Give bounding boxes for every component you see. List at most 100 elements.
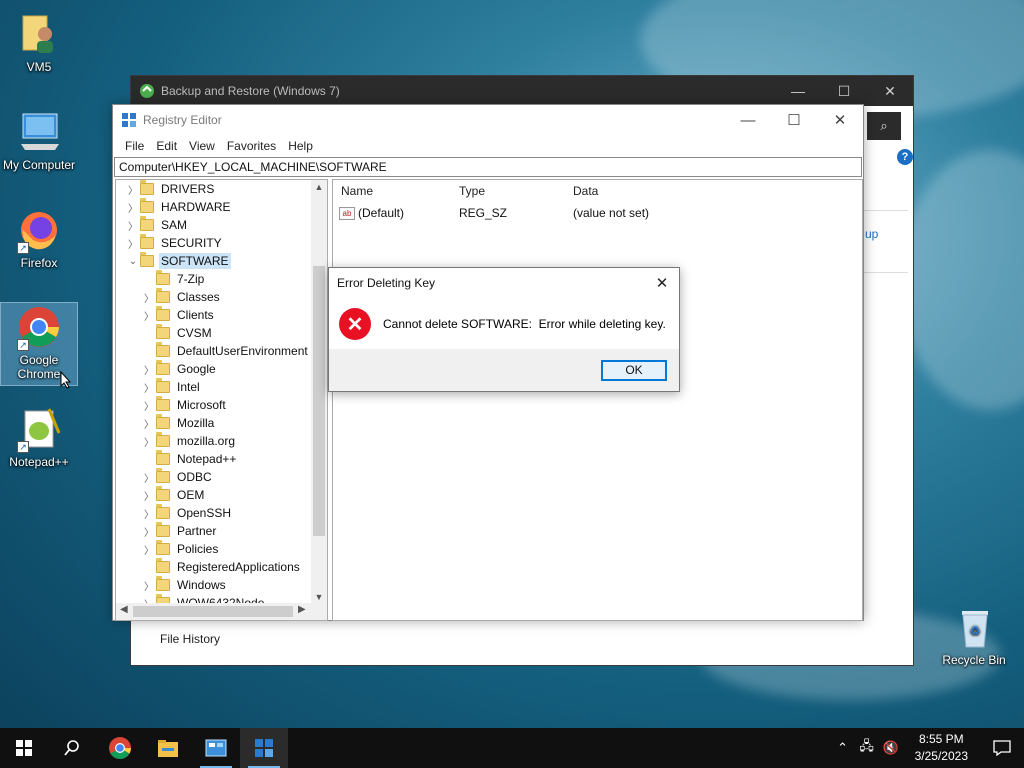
chevron-right-icon[interactable]: 〉 — [142, 506, 156, 521]
chevron-right-icon[interactable]: 〉 — [126, 218, 140, 233]
registry-window-title: Registry Editor — [143, 113, 222, 127]
tree-item[interactable]: RegisteredApplications — [116, 558, 313, 576]
key-tree-pane[interactable]: 〉 DRIVERS 〉 HARDWARE 〉 SAM 〉 SECURITY ⌄ SOFTW… — [115, 179, 328, 621]
tree-item[interactable]: 7-Zip — [116, 270, 313, 288]
folder-icon — [156, 522, 170, 537]
network-icon[interactable]: 🖧 — [855, 737, 879, 759]
desktop-icon-my-computer[interactable]: My Computer — [1, 108, 77, 172]
folder-icon — [156, 360, 170, 375]
volume-muted-icon[interactable]: 🔇 — [879, 740, 903, 756]
tree-item[interactable]: 〉 HARDWARE — [116, 198, 313, 216]
minimize-button[interactable]: — — [725, 105, 771, 135]
chevron-right-icon[interactable]: 〉 — [142, 362, 156, 377]
desktop-icon-vm5[interactable]: VM5 — [1, 10, 77, 74]
scrollbar-thumb[interactable] — [133, 606, 293, 617]
tree-item[interactable]: 〉 Mozilla — [116, 414, 313, 432]
scrollbar-thumb[interactable] — [313, 266, 325, 536]
tree-item[interactable]: 〉 Windows — [116, 576, 313, 594]
tree-item[interactable]: 〉 DRIVERS — [116, 180, 313, 198]
menu-edit[interactable]: Edit — [150, 139, 183, 153]
chevron-right-icon[interactable]: 〉 — [142, 434, 156, 449]
taskbar-chrome[interactable] — [96, 728, 144, 768]
menu-file[interactable]: File — [119, 139, 150, 153]
tree-vertical-scrollbar[interactable]: ▲ ▼ — [311, 180, 327, 604]
tree-item[interactable]: 〉 Clients — [116, 306, 313, 324]
file-history-link[interactable]: File History — [160, 632, 220, 646]
computer-icon — [15, 108, 63, 156]
tree-item[interactable]: 〉 mozilla.org — [116, 432, 313, 450]
string-value-icon: ab — [339, 206, 355, 220]
tree-item[interactable]: 〉 Google — [116, 360, 313, 378]
column-header-type[interactable]: Type — [453, 184, 573, 198]
chevron-right-icon[interactable]: 〉 — [142, 308, 156, 323]
minimize-button[interactable]: — — [775, 76, 821, 106]
tree-item[interactable]: 〉 Intel — [116, 378, 313, 396]
folder-icon — [140, 234, 154, 249]
backup-link-fragment[interactable]: up — [865, 227, 878, 241]
taskbar: ⌃ 🖧 🔇 8:55 PM 3/25/2023 — [0, 728, 1024, 768]
taskbar-file-explorer[interactable] — [144, 728, 192, 768]
clock[interactable]: 8:55 PM 3/25/2023 — [903, 731, 980, 765]
chevron-right-icon[interactable]: 〉 — [126, 236, 140, 251]
menu-favorites[interactable]: Favorites — [221, 139, 282, 153]
maximize-button[interactable]: ☐ — [821, 76, 867, 106]
search-button[interactable]: ⌕ — [867, 112, 901, 140]
tree-item[interactable]: 〉 OEM — [116, 486, 313, 504]
help-icon[interactable]: ? — [897, 149, 913, 165]
svg-text:♻: ♻ — [970, 624, 981, 638]
registry-app-icon — [122, 113, 136, 127]
scroll-right-icon[interactable]: ▶ — [298, 604, 306, 615]
menu-view[interactable]: View — [183, 139, 221, 153]
dialog-title: Error Deleting Key — [337, 276, 436, 290]
chevron-right-icon[interactable]: 〉 — [142, 488, 156, 503]
ok-button[interactable]: OK — [601, 359, 667, 381]
search-taskbar-button[interactable] — [48, 728, 96, 768]
dialog-close-button[interactable]: ✕ — [645, 274, 679, 292]
tree-item[interactable]: DefaultUserEnvironment — [116, 342, 313, 360]
values-list-pane[interactable]: Name Type Data ab (Default) REG_SZ (valu… — [332, 179, 863, 621]
chevron-right-icon[interactable]: 〉 — [126, 200, 140, 215]
chevron-right-icon[interactable]: 〉 — [142, 290, 156, 305]
notification-center-button[interactable] — [980, 740, 1024, 756]
tree-item[interactable]: CVSM — [116, 324, 313, 342]
chevron-down-icon[interactable]: ⌄ — [126, 256, 140, 267]
tree-item[interactable]: 〉 Policies — [116, 540, 313, 558]
chevron-right-icon[interactable]: 〉 — [142, 416, 156, 431]
tree-item[interactable]: 〉 ODBC — [116, 468, 313, 486]
desktop-icon-firefox[interactable]: ↗ Firefox — [1, 206, 77, 270]
chevron-right-icon[interactable]: 〉 — [142, 398, 156, 413]
start-button[interactable] — [0, 728, 48, 768]
menu-help[interactable]: Help — [282, 139, 319, 153]
tree-item[interactable]: Notepad++ — [116, 450, 313, 468]
taskbar-backup-restore[interactable] — [192, 728, 240, 768]
folder-user-icon — [15, 10, 63, 58]
chevron-right-icon[interactable]: 〉 — [142, 578, 156, 593]
desktop-icon-notepad-plus-plus[interactable]: ↗ Notepad++ — [1, 405, 77, 469]
scroll-up-icon[interactable]: ▲ — [311, 182, 327, 192]
close-button[interactable]: ✕ — [817, 105, 863, 135]
value-row[interactable]: ab (Default) REG_SZ (value not set) — [333, 202, 862, 224]
close-button[interactable]: ✕ — [867, 76, 913, 106]
column-header-name[interactable]: Name — [333, 184, 453, 198]
tree-item[interactable]: 〉 OpenSSH — [116, 504, 313, 522]
taskbar-registry-editor[interactable] — [240, 728, 288, 768]
tree-item[interactable]: 〉 Partner — [116, 522, 313, 540]
chevron-right-icon[interactable]: 〉 — [142, 380, 156, 395]
tree-horizontal-scrollbar[interactable]: ◀ ▶ — [116, 603, 327, 620]
tree-item[interactable]: 〉 Classes — [116, 288, 313, 306]
chevron-right-icon[interactable]: 〉 — [142, 470, 156, 485]
chevron-right-icon[interactable]: 〉 — [126, 182, 140, 197]
chevron-right-icon[interactable]: 〉 — [142, 524, 156, 539]
chevron-up-icon[interactable]: ⌃ — [831, 740, 855, 756]
chevron-right-icon[interactable]: 〉 — [142, 542, 156, 557]
tree-item[interactable]: 〉 SECURITY — [116, 234, 313, 252]
scroll-left-icon[interactable]: ◀ — [120, 604, 128, 615]
maximize-button[interactable]: ☐ — [771, 105, 817, 135]
tree-item[interactable]: 〉 Microsoft — [116, 396, 313, 414]
column-header-data[interactable]: Data — [573, 184, 598, 198]
tree-item[interactable]: 〉 SAM — [116, 216, 313, 234]
address-bar[interactable]: Computer\HKEY_LOCAL_MACHINE\SOFTWARE — [114, 157, 862, 177]
scroll-down-icon[interactable]: ▼ — [311, 592, 327, 602]
desktop-icon-recycle-bin[interactable]: ♻ Recycle Bin — [936, 603, 1012, 667]
tree-item-selected[interactable]: ⌄ SOFTWARE — [116, 252, 313, 270]
